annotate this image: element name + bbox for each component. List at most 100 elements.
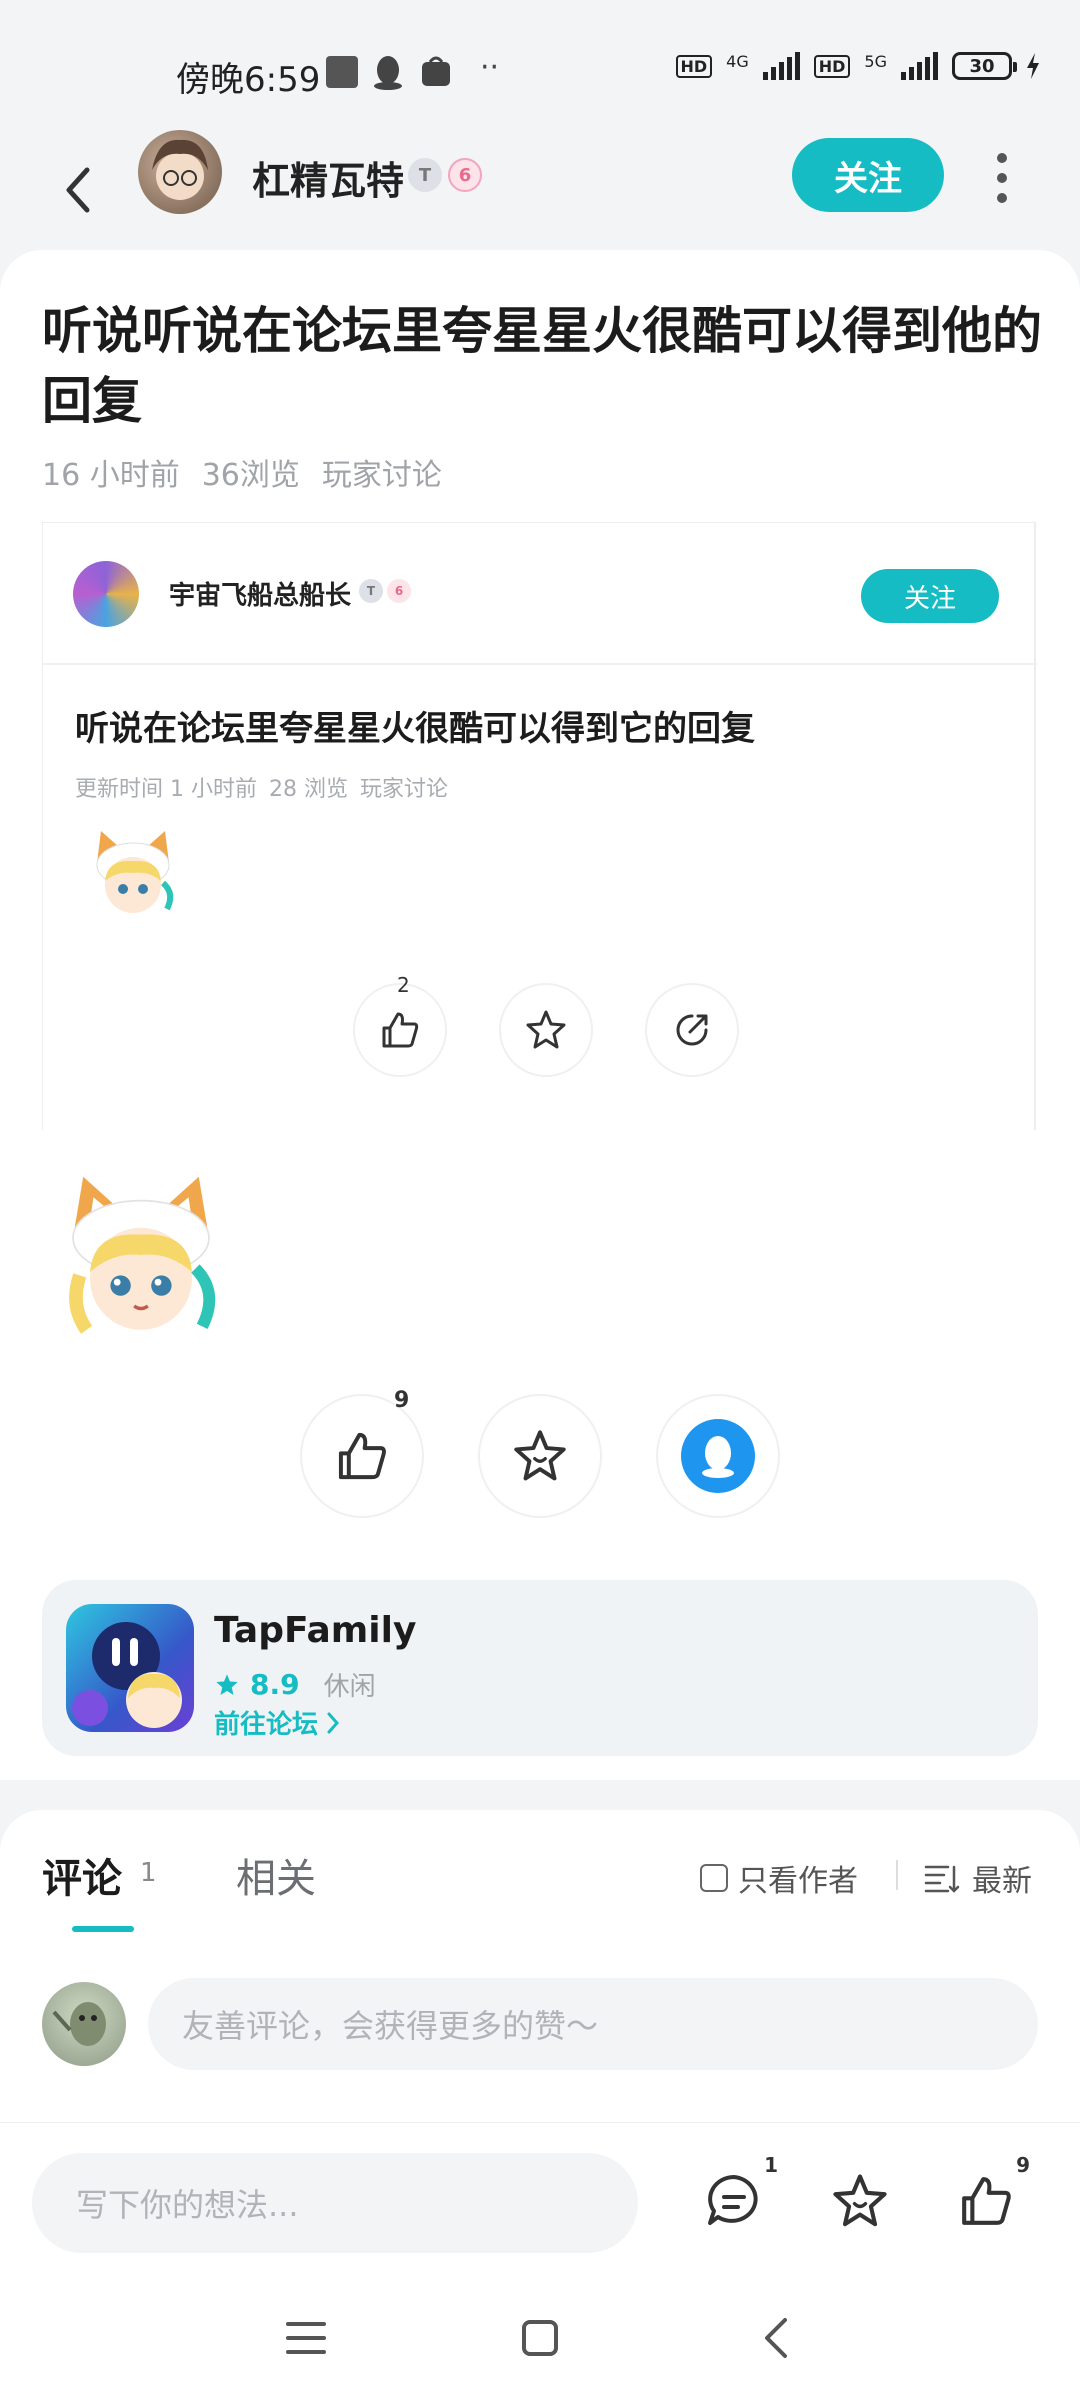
app-genre: 休闲 [323, 1672, 376, 1702]
embedded-updated: 更新时间 1 小时前 [75, 777, 257, 802]
tab-related[interactable]: 相关 [236, 1846, 316, 1904]
embedded-favorite [499, 983, 593, 1077]
more-options-button[interactable] [984, 148, 1020, 208]
post-category[interactable]: 玩家讨论 [322, 450, 442, 494]
embedded-post-meta: 更新时间 1 小时前 28 浏览 玩家讨论 [75, 771, 448, 803]
qq-penguin-icon [702, 1436, 734, 1478]
author-avatar[interactable] [138, 130, 222, 214]
author-name[interactable]: 杠精瓦特 [252, 150, 404, 205]
embedded-share [645, 983, 739, 1077]
app-rating: 8.9 休闲 [214, 1666, 376, 1703]
status-indicators: HD 4G HD 5G 30 [675, 52, 1041, 80]
share-qq-button[interactable] [656, 1394, 780, 1518]
embedded-level-badge: T [359, 579, 383, 603]
signal-icon-2 [901, 52, 938, 80]
my-avatar[interactable] [42, 1982, 126, 2066]
only-author-toggle[interactable]: 只看作者 [700, 1856, 858, 1900]
back-button[interactable] [48, 150, 108, 230]
embedded-creator-badge-icon: 6 [387, 579, 411, 603]
embedded-post-title: 听说在论坛里夸星星火很酷可以得到它的回复 [75, 709, 755, 749]
star-filled-icon [216, 1673, 238, 1695]
sort-label: 最新 [972, 1864, 1032, 1899]
star-icon [526, 1010, 566, 1049]
signal-icon [762, 52, 800, 80]
recent-apps-button[interactable] [276, 2308, 336, 2368]
bottom-like-button[interactable]: 9 [946, 2153, 1030, 2241]
star-face-icon [514, 1430, 566, 1481]
my-avatar-art [52, 2002, 106, 2046]
post-header: 杠精瓦特 T 6 关注 [0, 130, 1080, 250]
battery-level: 30 [969, 55, 995, 77]
chevron-left-icon [66, 167, 90, 213]
tapfamily-logo-icon [72, 1622, 182, 1728]
chevron-right-icon [327, 1712, 340, 1733]
chevron-left-icon [765, 2318, 787, 2358]
comment-count: 1 [140, 1858, 157, 1888]
embedded-follow-button: 关注 [861, 569, 999, 623]
author-avatar-art [152, 139, 208, 200]
only-author-label: 只看作者 [738, 1864, 858, 1899]
network-type-2: 5G [864, 52, 887, 71]
write-thought-input[interactable]: 写下你的想法... [32, 2153, 638, 2253]
bottom-comment-count: 1 [764, 2153, 778, 2177]
share-icon [676, 1014, 708, 1046]
comment-input[interactable]: 友善评论，会获得更多的赞～ [148, 1978, 1038, 2070]
sort-divider [896, 1860, 898, 1890]
comment-button[interactable]: 1 [694, 2153, 778, 2241]
embedded-post-image[interactable]: 宇宙飞船总船长 T 6 关注 听说在论坛里夸星星火很酷可以得到它的回复 更新时间… [42, 522, 1037, 1130]
active-tab-indicator [72, 1926, 134, 1932]
embedded-like-count: 2 [397, 973, 410, 997]
app-score: 8.9 [250, 1668, 300, 1701]
shiba-girl-sticker [69, 1176, 216, 1334]
network-type-1: 4G [726, 52, 749, 71]
system-nav-bar [0, 2272, 1080, 2400]
bottom-action-bar: 写下你的想法... 1 9 [0, 2122, 1080, 2272]
gallery-notification-icon [326, 56, 358, 88]
user-level-badge: T [408, 158, 442, 192]
sort-icon [924, 1865, 960, 1893]
home-square-icon [522, 2320, 558, 2356]
comments-section: 评论 1 相关 只看作者 最新 友善评论，会获得更多的赞～ [0, 1810, 1080, 2130]
only-author-checkbox[interactable] [700, 1864, 728, 1892]
tab-comments[interactable]: 评论 [42, 1846, 122, 1904]
status-bar: 傍晚6:59 ·· HD 4G HD 5G 30 [0, 0, 1080, 130]
hd-badge-2: HD [813, 54, 851, 78]
embedded-like: 2 [353, 973, 447, 1077]
system-back-button[interactable] [746, 2308, 806, 2368]
creator-badge-icon: 6 [448, 158, 482, 192]
sort-button[interactable]: 最新 [924, 1856, 1032, 1900]
menu-icon [286, 2322, 326, 2354]
post-meta: 16 小时前 36浏览 玩家讨论 [42, 450, 442, 494]
bottom-like-count: 9 [1016, 2153, 1030, 2177]
like-button[interactable]: 9 [300, 1388, 424, 1518]
qq-share-icon [681, 1419, 755, 1493]
post-content-card: 听说听说在论坛里夸星星火很酷可以得到他的回复 16 小时前 36浏览 玩家讨论 … [0, 250, 1080, 1780]
embedded-category: 玩家讨论 [359, 777, 448, 802]
status-time: 傍晚6:59 [176, 60, 321, 100]
more-notifications-icon: ·· [480, 50, 500, 85]
mi-store-icon [422, 56, 450, 86]
embedded-divider [43, 663, 1037, 665]
go-to-forum-link[interactable]: 前往论坛 [214, 1704, 340, 1741]
app-icon [66, 1604, 194, 1732]
go-to-forum-label: 前往论坛 [214, 1710, 319, 1740]
post-title: 听说听说在论坛里夸星星火很酷可以得到他的回复 [42, 302, 1042, 430]
app-card[interactable]: TapFamily 8.9 休闲 前往论坛 [42, 1580, 1038, 1756]
embedded-actions: 2 [313, 973, 773, 1079]
charging-icon [1027, 53, 1039, 79]
star-face-icon [833, 2174, 887, 2227]
thumbs-up-icon [962, 2177, 1011, 2225]
bottom-favorite-button[interactable] [820, 2161, 900, 2241]
shiba-girl-sticker-small [96, 831, 174, 913]
comment-bubble-icon [708, 2175, 758, 2225]
home-button[interactable] [510, 2308, 570, 2368]
app-name: TapFamily [214, 1610, 417, 1651]
embedded-author-name: 宇宙飞船总船长 [169, 581, 352, 611]
battery-icon: 30 [952, 52, 1017, 80]
favorite-button[interactable] [478, 1394, 602, 1518]
like-count: 9 [394, 1388, 410, 1413]
embedded-author-avatar [73, 561, 139, 627]
post-views: 36浏览 [201, 458, 300, 493]
follow-button[interactable]: 关注 [792, 138, 944, 212]
qq-notification-icon [374, 56, 402, 90]
